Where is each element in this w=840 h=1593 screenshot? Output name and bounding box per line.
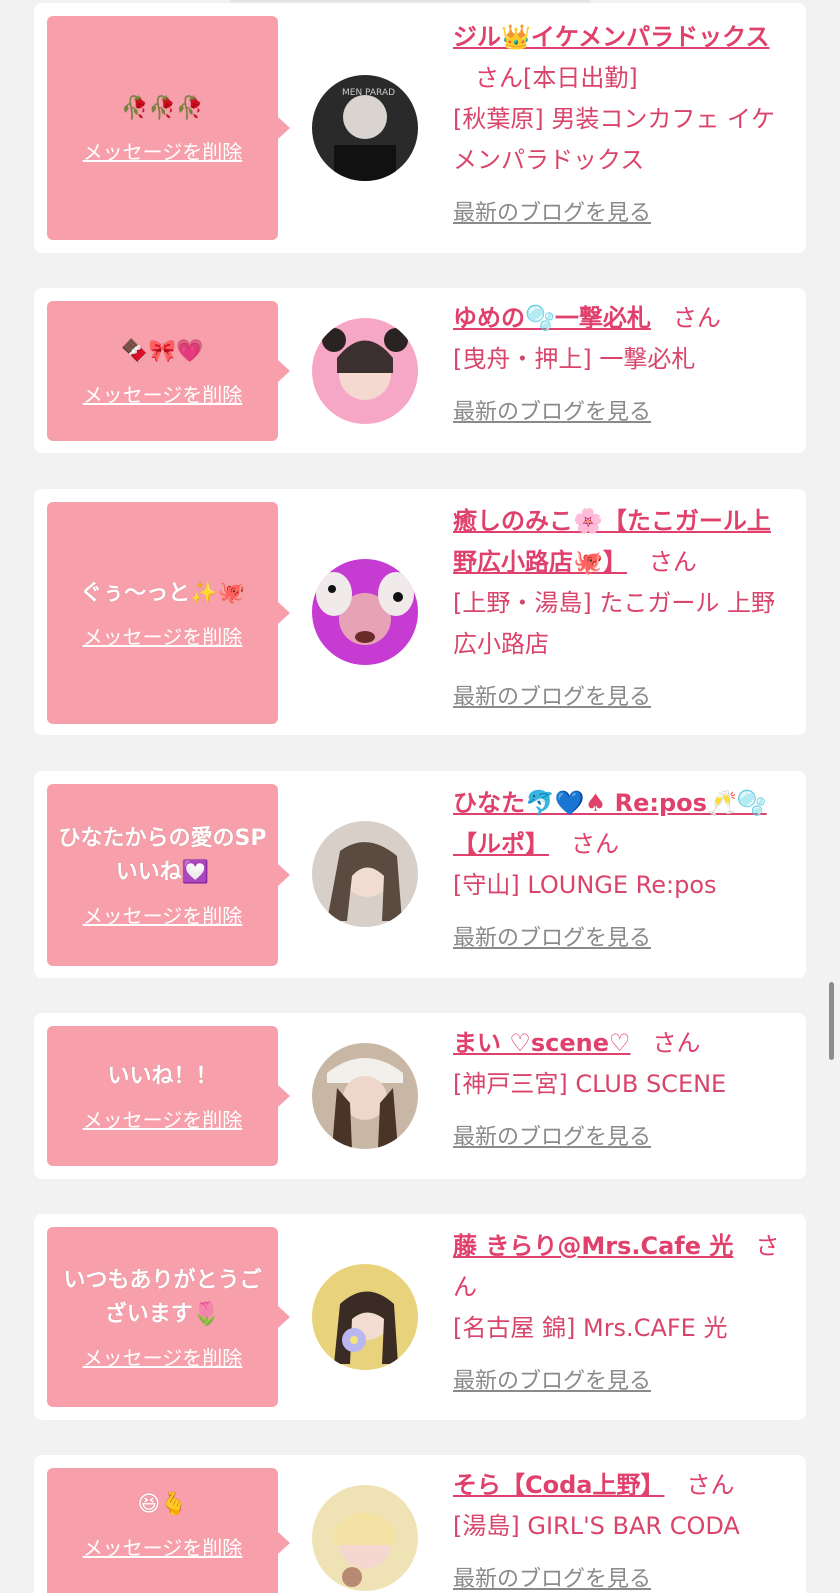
honorific: さん xyxy=(571,830,619,858)
list-item: ひなたからの愛のSPいいね💟 メッセージを削除 ひなた🐬💙♠ Re:pos🥂🫧【… xyxy=(34,771,806,978)
avatar[interactable] xyxy=(312,1264,418,1370)
cast-info: ひなた🐬💙♠ Re:pos🥂🫧【ルポ】 さん [守山] LOUNGE Re:pos… xyxy=(453,783,793,959)
cast-name-link[interactable]: そら【Coda上野】 xyxy=(453,1471,664,1499)
list-item: 🍫🎀💗 メッセージを削除 ゆめの🫧一撃必札 さん [曳舟・押上] 一撃必札 最新の… xyxy=(34,288,806,453)
avatar[interactable]: MEN PARAD xyxy=(312,75,418,181)
message-bubble: 🍫🎀💗 メッセージを削除 xyxy=(47,301,290,441)
list-item: いいね！！ メッセージを削除 まい ♡scene♡ さん [神戸三宮] CLUB … xyxy=(34,1013,806,1179)
avatar[interactable] xyxy=(312,559,418,665)
cast-name-link[interactable]: まい ♡scene♡ xyxy=(453,1029,631,1057)
shop-text: [名古屋 錦] Mrs.CAFE 光 xyxy=(453,1314,728,1342)
latest-blog-link[interactable]: 最新のブログを見る xyxy=(453,392,651,433)
svg-text:MEN PARAD: MEN PARAD xyxy=(342,88,395,98)
honorific: さん xyxy=(475,64,523,92)
shop-text: [上野・湯島] たこガール 上野広小路店 xyxy=(453,589,775,658)
shop-text: [神戸三宮] CLUB SCENE xyxy=(453,1070,727,1098)
list-item: いつもありがとうございます🌷 メッセージを削除 藤 きらり@Mrs.Cafe 光… xyxy=(34,1214,806,1420)
delete-message-link[interactable]: メッセージを削除 xyxy=(83,379,243,408)
shop-text: [湯島] GIRL'S BAR CODA xyxy=(453,1512,740,1540)
latest-blog-link[interactable]: 最新のブログを見る xyxy=(453,1361,651,1402)
message-text: 😆🫰 xyxy=(137,1492,188,1517)
message-bubble: 🥀🥀🥀 メッセージを削除 xyxy=(47,16,290,240)
cast-info: まい ♡scene♡ さん [神戸三宮] CLUB SCENE 最新のブログを見る xyxy=(453,1023,793,1158)
latest-blog-link[interactable]: 最新のブログを見る xyxy=(453,918,651,959)
delete-message-link[interactable]: メッセージを削除 xyxy=(83,1532,243,1561)
message-text: いつもありがとうございます🌷 xyxy=(63,1267,262,1327)
honorific: さん xyxy=(686,1471,735,1499)
latest-blog-link[interactable]: 最新のブログを見る xyxy=(453,193,651,234)
avatar[interactable] xyxy=(312,1043,418,1149)
delete-message-link[interactable]: メッセージを削除 xyxy=(83,1104,243,1133)
delete-message-link[interactable]: メッセージを削除 xyxy=(83,900,243,929)
message-text: ひなたからの愛のSPいいね💟 xyxy=(58,825,267,885)
cast-info: そら【Coda上野】 さん [湯島] GIRL'S BAR CODA 最新のブログ… xyxy=(453,1465,793,1593)
cast-info: 癒しのみこ🌸【たこガール上野広小路店🐙】 さん [上野・湯島] たこガール 上野広… xyxy=(453,501,793,718)
cast-name-link[interactable]: 藤 きらり@Mrs.Cafe 光 xyxy=(453,1232,733,1260)
latest-blog-link[interactable]: 最新のブログを見る xyxy=(453,1559,651,1593)
delete-message-link[interactable]: メッセージを削除 xyxy=(83,621,243,650)
list-item: 🥀🥀🥀 メッセージを削除 MEN PARAD ジル👑イケメンパラドックスさん[本… xyxy=(34,3,806,253)
cast-info: ジル👑イケメンパラドックスさん[本日出勤] [秋葉原] 男装コンカフェ イケメン… xyxy=(453,17,793,234)
message-text: ぐぅ〜っと✨🐙 xyxy=(80,580,245,606)
latest-blog-link[interactable]: 最新のブログを見る xyxy=(453,677,651,718)
message-text: 🍫🎀💗 xyxy=(121,338,204,364)
cast-name-link[interactable]: ゆめの🫧一撃必札 xyxy=(453,304,651,332)
message-bubble: いいね！！ メッセージを削除 xyxy=(47,1026,290,1166)
cast-name-link[interactable]: 癒しのみこ🌸【たこガール上野広小路店🐙】 xyxy=(453,507,771,576)
shop-text: [曳舟・押上] 一撃必札 xyxy=(453,345,696,373)
cast-name-link[interactable]: ジル👑イケメンパラドックス xyxy=(453,23,769,51)
message-bubble: ぐぅ〜っと✨🐙 メッセージを削除 xyxy=(47,502,290,724)
list-item: ぐぅ〜っと✨🐙 メッセージを削除 癒しのみこ🌸【たこガール上野広小路店🐙】 さん … xyxy=(34,489,806,735)
delete-message-link[interactable]: メッセージを削除 xyxy=(83,136,243,165)
message-text: 🥀🥀🥀 xyxy=(121,95,204,121)
scrollbar[interactable] xyxy=(829,982,834,1060)
message-bubble: ひなたからの愛のSPいいね💟 メッセージを削除 xyxy=(47,784,290,966)
message-text: いいね！！ xyxy=(107,1063,218,1089)
avatar[interactable] xyxy=(312,1485,418,1591)
cast-info: 藤 きらり@Mrs.Cafe 光さん [名古屋 錦] Mrs.CAFE 光 最新… xyxy=(453,1226,793,1402)
avatar[interactable] xyxy=(312,318,418,424)
shop-text: [守山] LOUNGE Re:pos xyxy=(453,871,717,899)
message-bubble: いつもありがとうございます🌷 メッセージを削除 xyxy=(47,1227,290,1407)
message-bubble: 😆🫰 メッセージを削除 xyxy=(47,1468,290,1593)
honorific: さん xyxy=(652,1029,701,1057)
status-text: [本日出勤] xyxy=(523,64,638,92)
delete-message-link[interactable]: メッセージを削除 xyxy=(83,1342,243,1371)
list-item: 😆🫰 メッセージを削除 そら【Coda上野】 さん [湯島] GIRL'S BAR… xyxy=(34,1455,806,1593)
avatar[interactable] xyxy=(312,821,418,927)
honorific: さん xyxy=(648,548,697,576)
cast-info: ゆめの🫧一撃必札 さん [曳舟・押上] 一撃必札 最新のブログを見る xyxy=(453,298,793,433)
honorific: さん xyxy=(672,304,721,332)
shop-text: [秋葉原] 男装コンカフェ イケメンパラドックス xyxy=(453,105,775,174)
latest-blog-link[interactable]: 最新のブログを見る xyxy=(453,1117,651,1158)
